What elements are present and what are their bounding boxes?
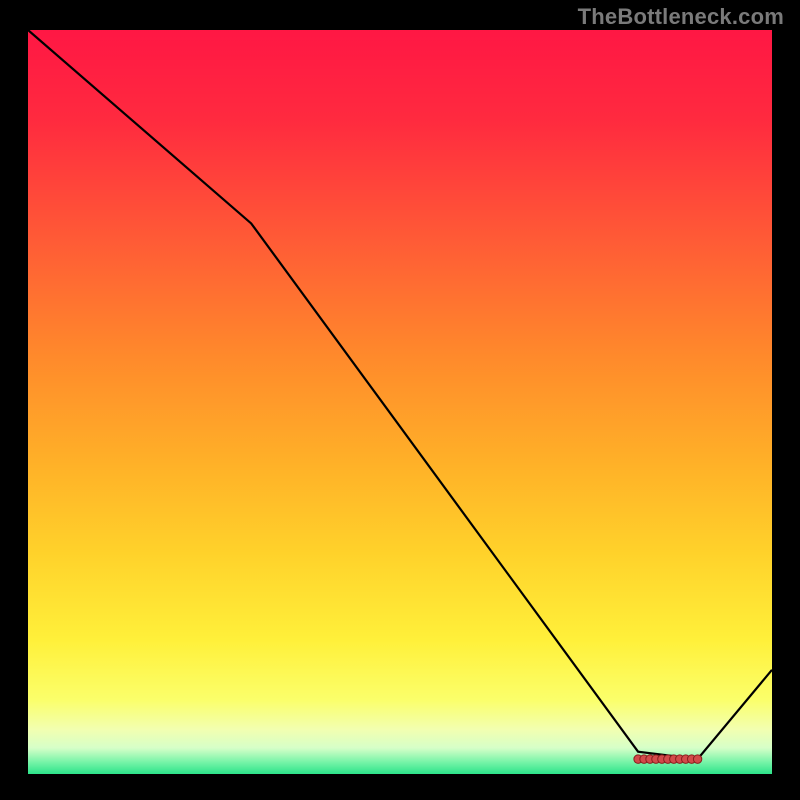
chart-stage: TheBottleneck.com (0, 0, 800, 800)
gradient-background (28, 30, 772, 774)
chart-svg (28, 30, 772, 774)
marker-point (693, 755, 701, 763)
attribution-label: TheBottleneck.com (578, 4, 784, 30)
optimal-range-markers (634, 755, 702, 763)
plot-area (28, 30, 772, 774)
